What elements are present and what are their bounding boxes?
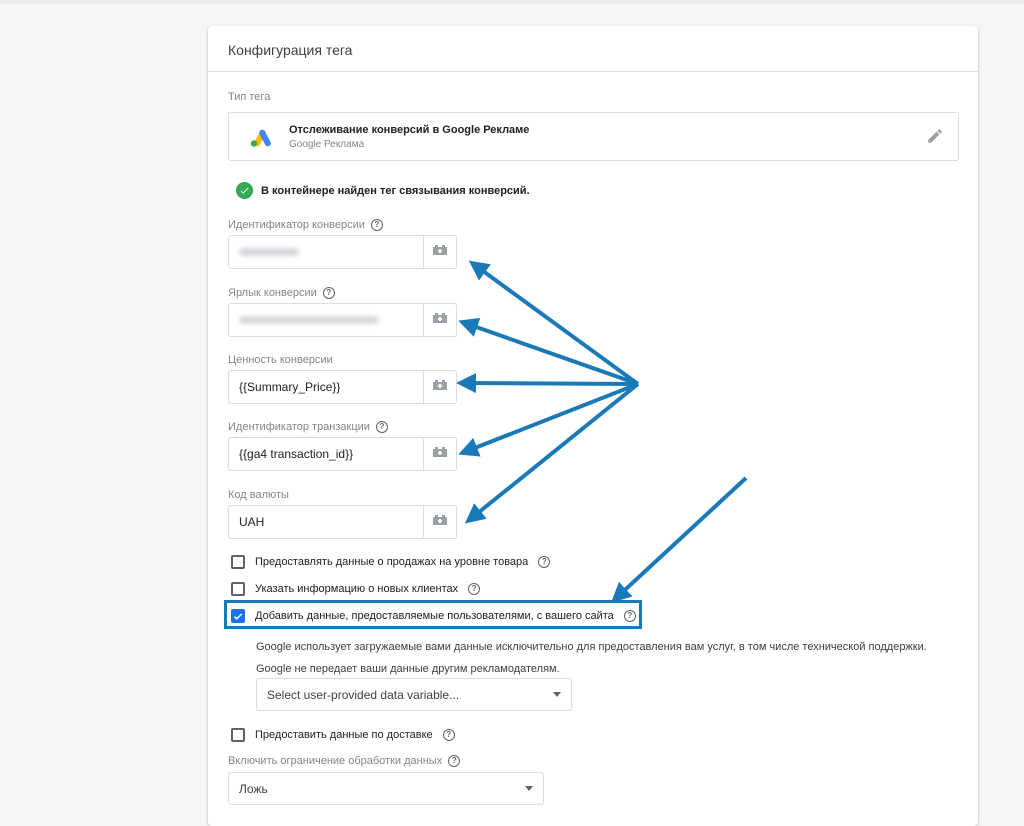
arrow-to-transaction-id [458,382,639,457]
annotation-arrows [456,260,748,603]
arrow-to-conversion-value [456,373,639,394]
arrow-to-conversion-label [458,317,639,386]
arrow-to-currency-code [464,382,640,524]
arrow-to-user-data-checkbox [611,476,748,603]
arrow-to-conversion-id [468,260,640,386]
